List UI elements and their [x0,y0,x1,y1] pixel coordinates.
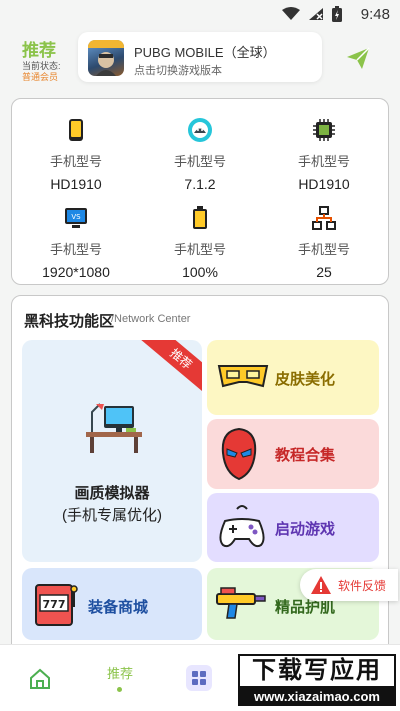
desk-icon [86,403,142,453]
signal-off-icon [309,8,323,20]
section-title: 黑科技功能区 [24,313,115,330]
chip-icon [313,119,335,141]
tile-label: 皮肤美化 [275,371,336,388]
header: 推荐 当前状态: 普通会员 PUBG MOBILE（全球） 点击切换游戏版本 [0,28,400,90]
nav-home[interactable] [28,667,52,691]
warning-icon [311,576,331,594]
watermark-title: 下载写应用 [238,654,396,688]
skin-beautify-tile[interactable]: 皮肤美化 [207,340,379,415]
info-value: 100% [182,264,218,280]
battery-charging-icon [332,6,342,22]
wifi-icon [282,7,300,20]
equipment-store-tile[interactable]: 777 装备商城 [22,568,202,640]
info-label: 手机型号 [173,154,226,169]
info-label: 手机型号 [297,154,350,169]
status-bar: 9:48 [0,0,400,28]
svg-text:VS: VS [71,213,81,221]
info-cell: VS 手机型号 1920*1080 [16,205,136,280]
game-name: PUBG MOBILE（全球） [134,45,276,60]
game-icon [88,40,124,76]
slot-machine-icon: 777 [35,584,78,626]
nav-apps[interactable] [186,665,212,691]
member-status: 普通会员 [22,72,59,82]
send-button[interactable] [344,44,372,72]
goggles-icon [217,365,269,388]
info-value: HD1910 [50,176,102,192]
grid-icon [192,671,206,685]
nav-recommend[interactable]: 推荐 [100,663,140,682]
info-cell: 手机型号 100% [140,205,260,280]
feedback-label: 软件反馈 [338,579,387,593]
info-cell: 手机型号 HD1910 [264,117,384,192]
monitor-icon: VS [65,208,87,228]
android-icon [188,118,212,142]
info-value: 25 [316,264,332,280]
watermark: 下载写应用 www.xiazaimao.com [238,654,396,706]
device-info-card: 手机型号 HD1910 手机型号 7.1.2 手机型号 HD1910 VS 手机… [11,98,389,285]
active-indicator [117,687,122,692]
graphics-simulator-tile[interactable]: 推荐 画质模拟器 (手机专属优化) [22,340,202,562]
game-switch-card[interactable]: PUBG MOBILE（全球） 点击切换游戏版本 [78,32,322,82]
paper-plane-icon [347,47,370,69]
battery-icon [193,206,207,229]
launch-game-tile[interactable]: 启动游戏 [207,493,379,562]
svg-text:777: 777 [43,598,66,611]
info-value: 7.1.2 [184,176,216,192]
tech-section: 黑科技功能区 /Network Center 推荐 画质模拟器 (手机专属优化)… [11,295,389,655]
tutorials-tile[interactable]: 教程合集 [207,419,379,489]
info-label: 手机型号 [49,242,102,257]
tile-label: 启动游戏 [275,521,336,538]
network-icon [312,206,336,230]
phone-icon [69,119,83,141]
info-cell: 手机型号 25 [264,205,384,280]
tile-label: 教程合集 [275,447,336,464]
recommend-badge: 推荐 [139,340,202,397]
home-icon [30,668,50,689]
page-title: 推荐 [22,41,56,60]
watermark-url: www.xiazaimao.com [238,688,396,706]
big-tile-subtitle: (手机专属优化) [62,507,162,524]
mask-icon [221,427,257,481]
info-value: HD1910 [298,176,350,192]
game-subtitle: 点击切换游戏版本 [134,65,222,77]
gamepad-icon [219,505,265,548]
gun-icon [216,587,266,619]
info-label: 手机型号 [173,242,226,257]
big-tile-title: 画质模拟器 [74,485,150,502]
info-value: 1920*1080 [42,264,110,280]
info-cell: 手机型号 7.1.2 [140,117,260,192]
info-label: 手机型号 [297,242,350,257]
tile-label: 装备商城 [88,599,149,616]
info-cell: 手机型号 HD1910 [16,117,136,192]
clock: 9:48 [360,6,390,23]
feedback-button[interactable]: 软件反馈 [300,569,398,601]
section-subtitle: /Network Center [111,313,191,325]
info-label: 手机型号 [49,154,102,169]
